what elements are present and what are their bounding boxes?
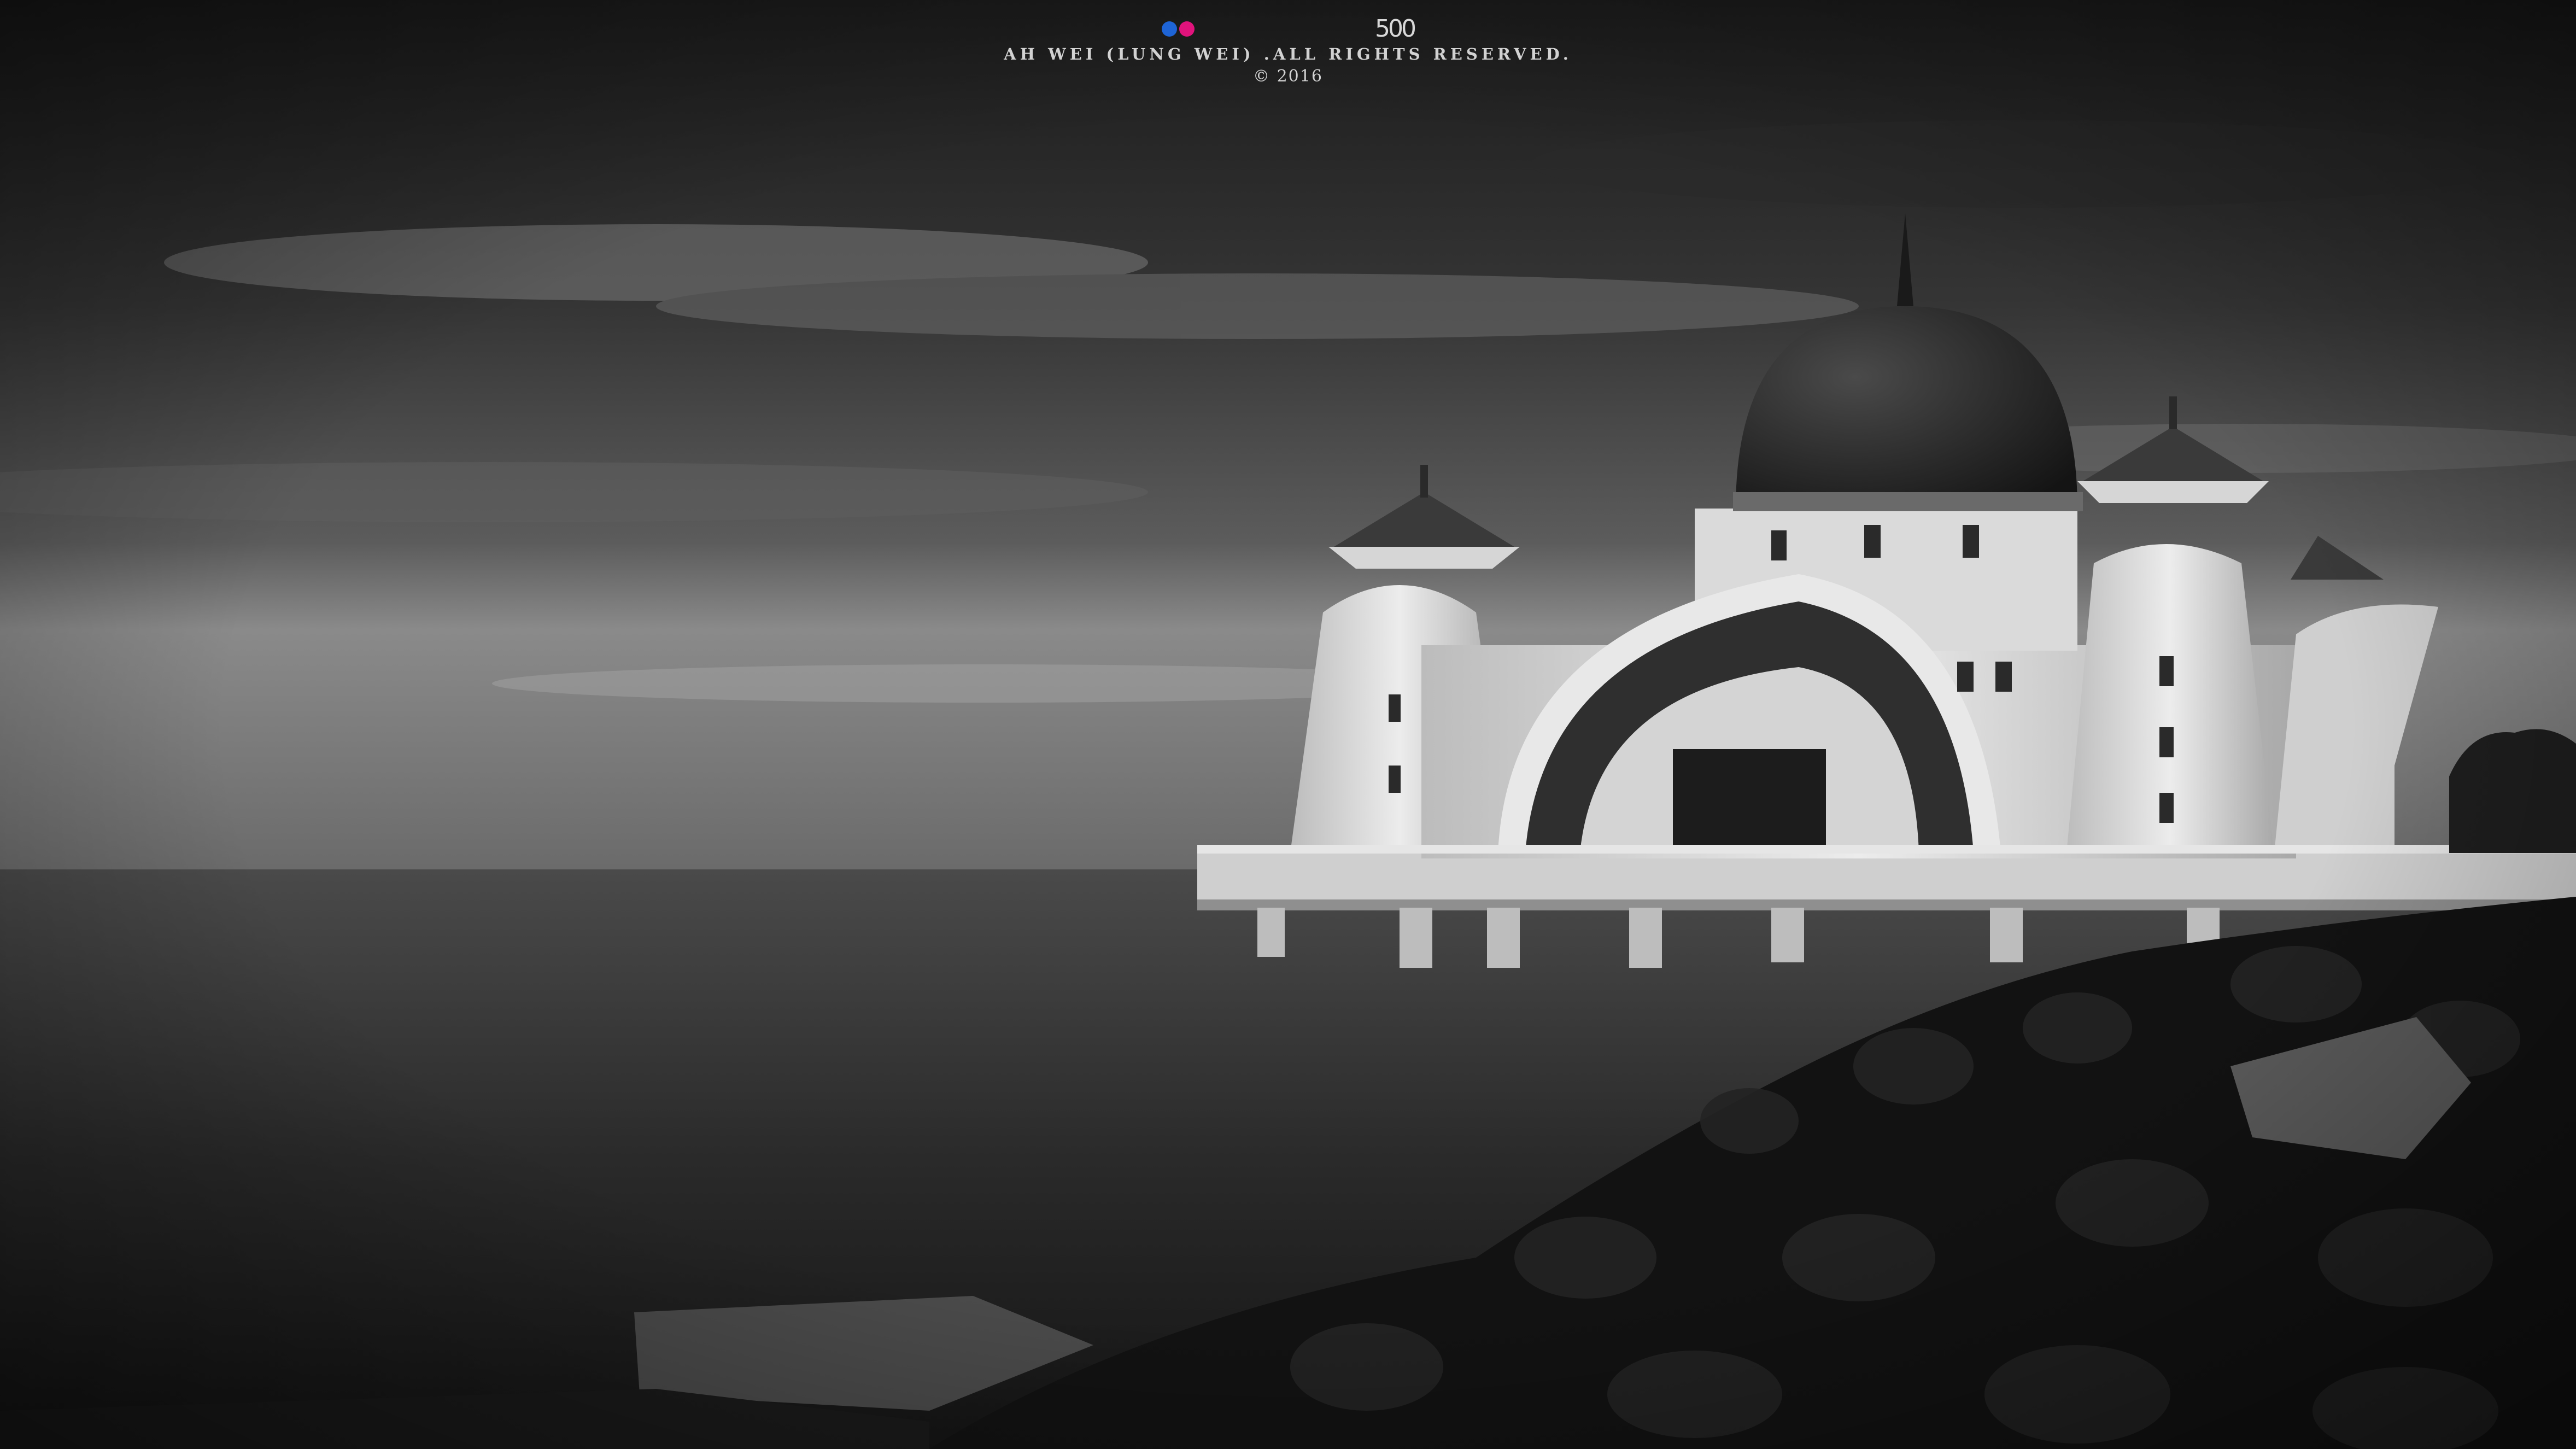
watermark-copyright: © 2016 xyxy=(1253,67,1323,86)
watermark-logos: 500 xyxy=(0,16,2576,42)
photo-scene xyxy=(0,0,2576,1449)
watermark-credit: AH WEI (LUNG WEI) .ALL RIGHTS RESERVED. xyxy=(1004,45,1572,63)
flickr-two-dots-icon xyxy=(1162,21,1195,37)
500px-logo: 500 xyxy=(1375,15,1416,43)
